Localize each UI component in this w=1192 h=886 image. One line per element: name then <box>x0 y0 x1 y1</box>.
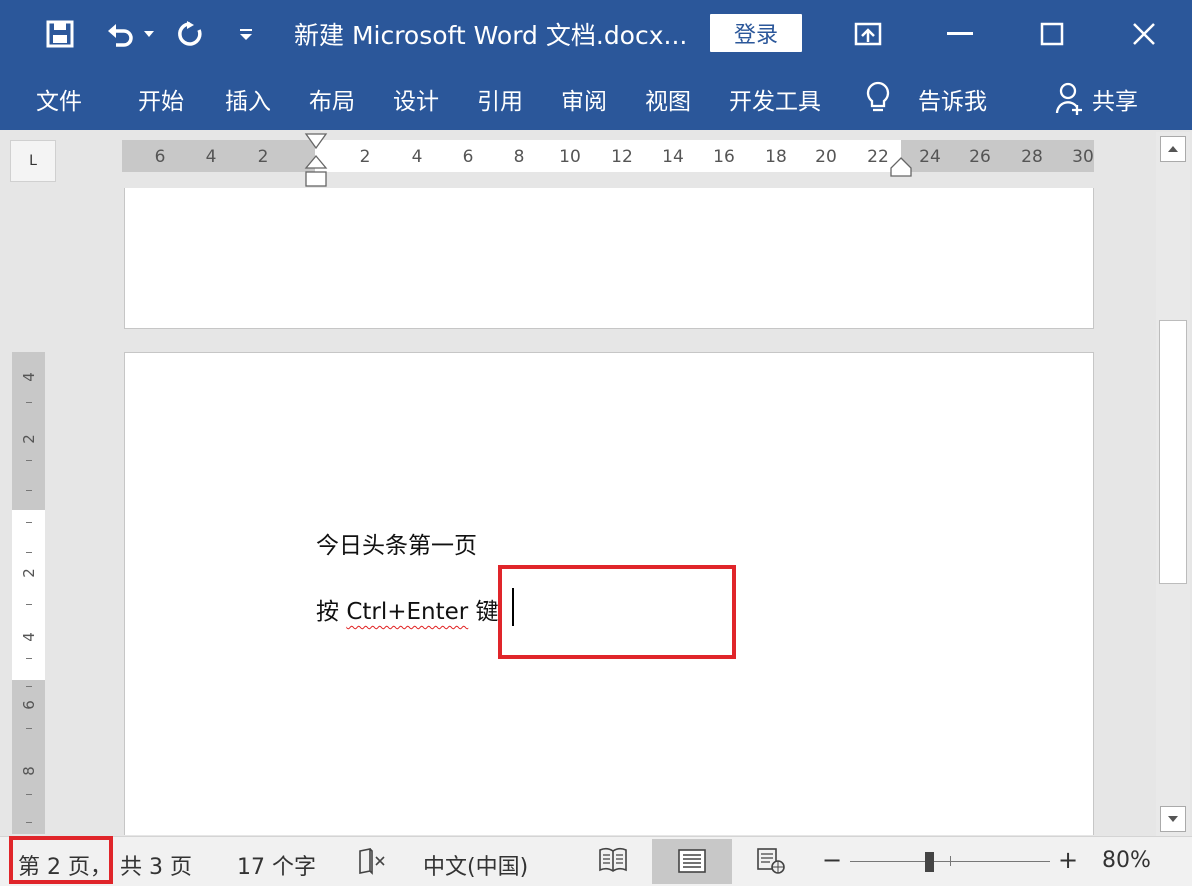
tab-references[interactable]: 引用 <box>477 82 523 116</box>
ruler-tick <box>26 728 32 729</box>
tab-file[interactable]: 文件 <box>36 82 82 116</box>
share-button[interactable]: 共享 <box>1092 82 1138 116</box>
tab-developer[interactable]: 开发工具 <box>729 82 821 116</box>
language-indicator[interactable]: 中文(中国) <box>423 849 528 881</box>
ribbon-tabs: 文件 开始 插入 布局 设计 引用 审阅 视图 开发工具 告诉我 共享 <box>0 68 1192 130</box>
ruler-tick <box>26 552 32 553</box>
ruler-label: 8 <box>20 766 38 776</box>
previous-page[interactable] <box>124 188 1094 329</box>
share-user-icon[interactable] <box>1052 78 1088 118</box>
tab-layout[interactable]: 布局 <box>309 82 355 116</box>
ruler-text-area <box>12 510 45 680</box>
line2-prefix: 按 <box>316 599 347 625</box>
page-total-indicator[interactable]: 共 3 页 <box>120 849 192 881</box>
ruler-label: 20 <box>815 147 837 167</box>
horizontal-ruler[interactable]: 6 4 2 2 4 6 8 10 12 14 16 18 20 22 24 26… <box>122 140 1094 172</box>
ruler-label: 6 <box>154 147 166 167</box>
tab-review[interactable]: 审阅 <box>561 82 607 116</box>
ruler-tick <box>26 794 32 795</box>
web-layout-icon[interactable] <box>756 847 788 875</box>
ruler-label: 30 <box>1072 147 1094 167</box>
document-title: 新建 Microsoft Word 文档.docx... <box>294 21 688 50</box>
word-count-indicator[interactable]: 17 个字 <box>237 849 316 881</box>
undo-icon[interactable] <box>100 14 140 54</box>
ruler-label: 8 <box>513 147 525 167</box>
redo-icon[interactable] <box>172 14 208 54</box>
ruler-tick <box>26 490 32 491</box>
ruler-label: 10 <box>559 147 581 167</box>
ruler-label: 2 <box>257 147 269 167</box>
line2-suffix: 键 <box>468 599 499 625</box>
scrollbar-thumb[interactable] <box>1159 320 1187 584</box>
zoom-slider-thumb[interactable] <box>925 852 934 872</box>
save-icon[interactable] <box>40 14 80 54</box>
scroll-down-button[interactable] <box>1160 806 1186 832</box>
ruler-label: 2 <box>20 568 38 578</box>
ribbon-display-options-icon[interactable] <box>848 14 888 54</box>
vertical-ruler[interactable]: 4 2 2 4 6 8 <box>12 352 45 834</box>
lightbulb-icon[interactable] <box>862 78 894 118</box>
ruler-label: 14 <box>662 147 684 167</box>
tab-design[interactable]: 设计 <box>393 82 439 116</box>
zoom-in-button[interactable]: + <box>1058 846 1078 874</box>
undo-dropdown-icon[interactable] <box>140 14 158 54</box>
page-indicator-highlight-box <box>9 836 113 884</box>
annotation-highlight-box <box>498 565 736 659</box>
right-indent-marker[interactable] <box>889 156 913 178</box>
triangle-up-icon <box>1168 146 1178 152</box>
ruler-tick <box>26 402 32 403</box>
ruler-label: 2 <box>359 147 371 167</box>
ruler-label: 24 <box>919 147 941 167</box>
ruler-label: 26 <box>969 147 991 167</box>
maximize-icon[interactable] <box>1032 14 1072 54</box>
tab-home[interactable]: 开始 <box>138 82 184 116</box>
read-mode-icon[interactable] <box>598 847 628 879</box>
ruler-label: 18 <box>765 147 787 167</box>
customize-toolbar-icon[interactable] <box>232 14 260 54</box>
ruler-label: 4 <box>205 147 217 167</box>
ruler-label: 28 <box>1021 147 1043 167</box>
ruler-tick <box>26 522 32 523</box>
triangle-down-icon <box>1168 816 1178 822</box>
tab-insert[interactable]: 插入 <box>225 82 271 116</box>
ruler-label: 4 <box>20 632 38 642</box>
zoom-level[interactable]: 80% <box>1102 848 1151 873</box>
vertical-scrollbar[interactable] <box>1156 132 1190 836</box>
close-icon[interactable] <box>1124 14 1164 54</box>
ruler-tick <box>26 686 32 687</box>
login-button[interactable]: 登录 <box>710 14 802 52</box>
ruler-label: 12 <box>611 147 633 167</box>
ruler-tick <box>26 658 32 659</box>
document-line-1[interactable]: 今日头条第一页 <box>316 526 477 560</box>
tell-me-search[interactable]: 告诉我 <box>918 82 987 116</box>
spellcheck-underlined-text: Ctrl+Enter <box>346 599 469 625</box>
ruler-label: 16 <box>713 147 735 167</box>
print-layout-icon[interactable] <box>677 848 707 874</box>
title-bar: 新建 Microsoft Word 文档.docx... 登录 <box>0 0 1192 68</box>
ruler-label: 6 <box>462 147 474 167</box>
ruler-label: 6 <box>20 700 38 710</box>
ruler-label: 2 <box>20 434 38 444</box>
tab-selector[interactable]: L <box>10 140 56 182</box>
ruler-tick <box>26 822 32 823</box>
document-line-2[interactable]: 按 Ctrl+Enter 键 <box>316 592 499 626</box>
proofing-icon[interactable] <box>358 847 388 881</box>
zoom-out-button[interactable]: − <box>822 846 842 874</box>
tab-view[interactable]: 视图 <box>645 82 691 116</box>
ruler-label: 4 <box>20 372 38 382</box>
ruler-tick <box>26 460 32 461</box>
ruler-label: 4 <box>411 147 423 167</box>
minimize-icon[interactable] <box>940 14 980 54</box>
ruler-tick <box>26 604 32 605</box>
zoom-100-mark <box>950 856 951 866</box>
scroll-up-button[interactable] <box>1160 136 1186 162</box>
first-line-indent-marker[interactable] <box>304 132 328 190</box>
